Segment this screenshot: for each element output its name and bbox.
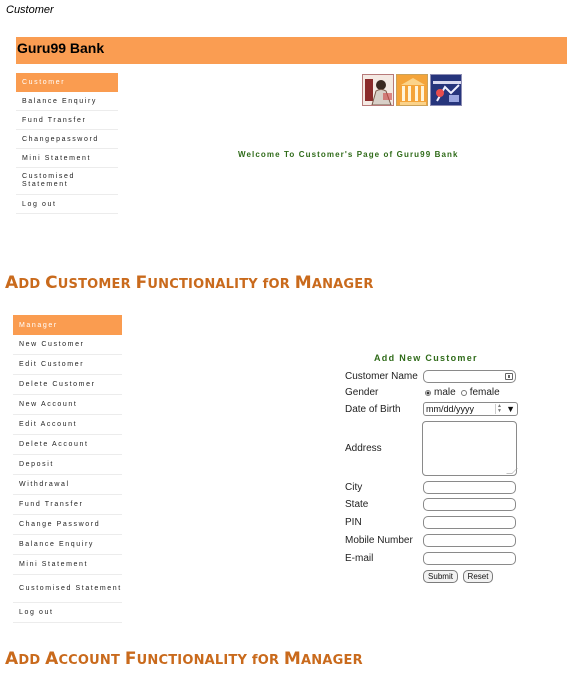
menu-item-change-password[interactable]: Change Password (13, 515, 122, 535)
menu-item-delete-customer[interactable]: Delete Customer (13, 375, 122, 395)
banking-icon (430, 74, 462, 106)
heading-text: ADD CUSTOMER FUNCTIONALITY fOR MANAGER (5, 273, 374, 293)
email-label: E-mail (345, 553, 374, 564)
menu-item-new-customer[interactable]: New Customer (13, 335, 122, 355)
address-textarea[interactable] (422, 421, 518, 476)
menu-item-log-out[interactable]: Log out (13, 603, 122, 623)
address-label: Address (345, 443, 382, 454)
menu-item-customised-statement[interactable]: Customised Statement (13, 575, 122, 603)
menu-item-delete-account[interactable]: Delete Account (13, 435, 122, 455)
bank-title: Guru99 Bank (17, 40, 105, 56)
menu-item-balance-enquiry[interactable]: Balance Enquiry (16, 92, 118, 111)
mobile-number-label: Mobile Number (345, 535, 413, 546)
person-icon (362, 74, 394, 106)
gender-radio-group: male female (425, 387, 505, 398)
mobile-number-input[interactable] (423, 534, 516, 547)
menu-item-customised-statement[interactable]: Customised Statement (16, 168, 118, 195)
add-account-heading: ADD ACCOUNT FUNCTIONALITY fOR MANAGER (5, 649, 363, 669)
menu-item-mini-statement[interactable]: Mini Statement (13, 555, 122, 575)
menu-item-edit-account[interactable]: Edit Account (13, 415, 122, 435)
add-customer-heading: ADD CUSTOMER FUNCTIONALITY fOR MANAGER (5, 273, 374, 293)
form-title: Add New Customer (374, 353, 478, 363)
menu-item-log-out[interactable]: Log out (16, 195, 118, 214)
gender-male-label: male (434, 387, 456, 398)
dob-label: Date of Birth (345, 404, 401, 415)
menu-item-changepassword[interactable]: Changepassword (16, 130, 118, 149)
customer-name-label: Customer Name (345, 371, 418, 382)
city-label: City (345, 482, 363, 493)
dob-date-input[interactable]: mm/dd/yyyy ▲ ▼ ▼ (423, 402, 518, 416)
resize-grip-icon[interactable] (506, 468, 518, 474)
welcome-message: Welcome To Customer's Page of Guru99 Ban… (238, 150, 459, 159)
gender-female-radio[interactable] (460, 389, 467, 396)
menu-item-new-account[interactable]: New Account (13, 395, 122, 415)
customer-name-input[interactable] (423, 370, 516, 383)
bank-header: Guru99 Bank (16, 37, 567, 64)
heading-text: ADD ACCOUNT FUNCTIONALITY fOR MANAGER (5, 649, 363, 669)
gender-female-label: female (469, 387, 500, 398)
submit-button[interactable]: Submit (423, 570, 458, 583)
menu-item-manager[interactable]: Manager (13, 315, 122, 335)
menu-item-edit-customer[interactable]: Edit Customer (13, 355, 122, 375)
menu-item-balance-enquiry[interactable]: Balance Enquiry (13, 535, 122, 555)
building-icon (396, 74, 428, 106)
contact-card-icon (505, 373, 513, 380)
customer-page-images (362, 74, 463, 107)
dob-placeholder: mm/dd/yyyy (426, 404, 475, 414)
pin-input[interactable] (423, 516, 516, 529)
menu-item-fund-transfer[interactable]: Fund Transfer (13, 495, 122, 515)
menu-item-customer[interactable]: Customer (16, 73, 118, 92)
state-label: State (345, 499, 369, 510)
menu-item-mini-statement[interactable]: Mini Statement (16, 149, 118, 168)
pin-label: PIN (345, 517, 362, 528)
city-input[interactable] (423, 481, 516, 494)
menu-item-withdrawal[interactable]: Withdrawal (13, 475, 122, 495)
state-input[interactable] (423, 498, 516, 511)
menu-item-deposit[interactable]: Deposit (13, 455, 122, 475)
gender-label: Gender (345, 387, 379, 398)
date-spinner-icon[interactable]: ▲ ▼ (495, 404, 503, 414)
gender-male-radio[interactable] (425, 389, 431, 396)
reset-button[interactable]: Reset (463, 570, 493, 583)
menu-item-fund-transfer[interactable]: Fund Transfer (16, 111, 118, 130)
manager-side-menu: Manager New Customer Edit Customer Delet… (13, 315, 122, 623)
customer-side-menu: Customer Balance Enquiry Fund Transfer C… (16, 73, 118, 214)
email-input[interactable] (423, 552, 516, 565)
document-caption: Customer (6, 4, 54, 16)
chevron-down-icon[interactable]: ▼ (506, 403, 515, 415)
